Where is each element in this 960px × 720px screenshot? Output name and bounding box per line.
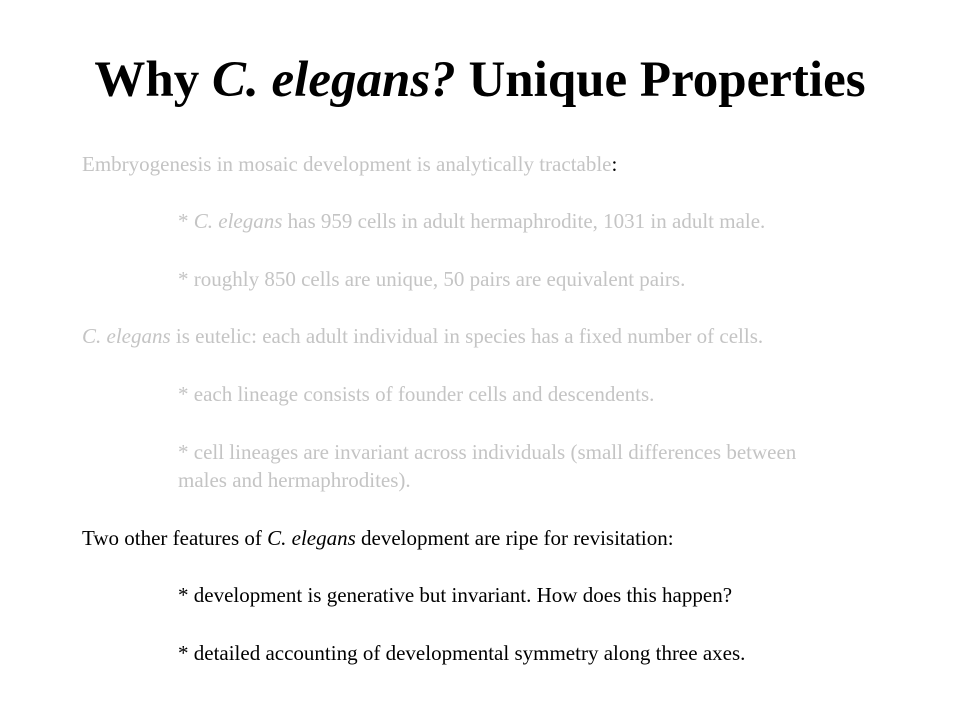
bullet-embryogenesis-colon: : [611,152,618,176]
bullet-eutelic-rest: is eutelic: each adult individual in spe… [170,324,764,348]
subbullet-cell-counts-species: C. elegans [193,209,283,233]
bullet-other-features: Two other features of C. elegans develop… [82,524,674,552]
bullet-other-features-species: C. elegans [267,526,356,550]
bullet-other-features-rest: development are ripe for revisitation: [355,526,674,550]
subbullet-invariant-lineages-line2: males and hermaphrodites). [178,468,411,492]
subbullet-generative-invariant: * development is generative but invarian… [178,583,733,607]
slide-title: Why C. elegans? Unique Properties [0,50,960,110]
subbullet-cell-counts-prefix: * [178,209,194,233]
title-part-2: Unique Properties [455,52,866,108]
bullet-eutelic-species: C. elegans [82,324,171,348]
subbullet-symmetry-axes: * detailed accounting of developmental s… [178,641,746,665]
bullet-embryogenesis: Embryogenesis in mosaic development is a… [82,150,617,178]
subbullet-lineage-founders: * each lineage consists of founder cells… [178,382,655,406]
subbullet-cell-counts-rest: has 959 cells in adult hermaphrodite, 10… [282,209,766,233]
slide: Why C. elegans? Unique Properties Embryo… [0,0,960,720]
bullet-embryogenesis-text: Embryogenesis in mosaic development is a… [82,152,612,176]
bullet-other-features-prefix: Two other features of [82,526,268,550]
subbullet-cell-counts: * C. elegans has 959 cells in adult herm… [178,207,765,235]
title-italic-species: C. elegans? [212,52,456,108]
bullet-eutelic: C. elegans is eutelic: each adult indivi… [82,322,763,350]
subbullet-invariant-lineages-line1: * cell lineages are invariant across ind… [178,440,797,464]
title-part-1: Why [94,52,213,108]
subbullet-unique-cells: * roughly 850 cells are unique, 50 pairs… [178,267,686,291]
